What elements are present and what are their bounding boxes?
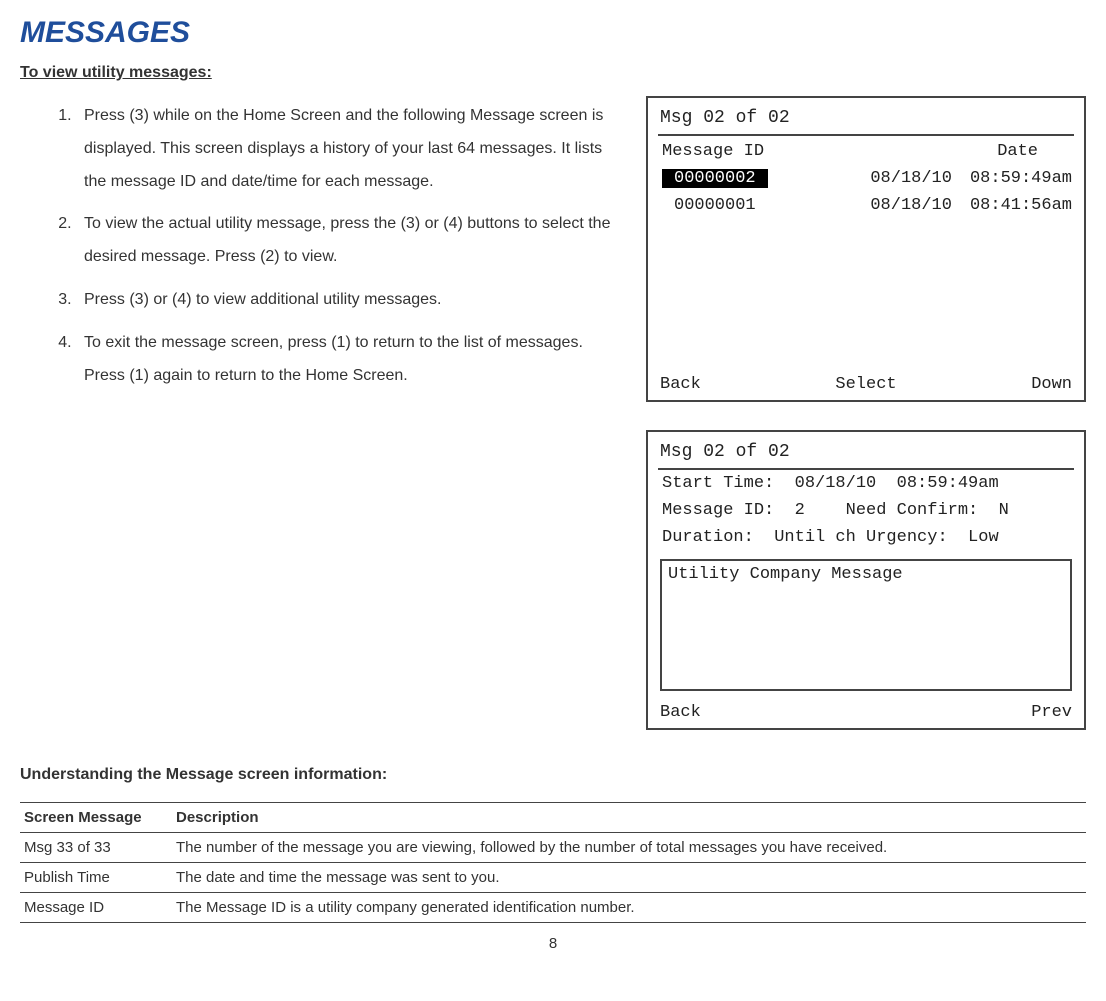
section-heading-view-messages: To view utility messages: bbox=[20, 64, 1086, 82]
description-table: Screen Message Description Msg 33 of 33 … bbox=[20, 802, 1086, 923]
message-list-row: 00000002 08/18/10 08:59:49am bbox=[658, 165, 1074, 192]
instruction-item: To exit the message screen, press (1) to… bbox=[76, 327, 628, 393]
softkey-back: Back bbox=[660, 703, 701, 722]
message-time: 08:59:49am bbox=[970, 169, 1072, 188]
instruction-item: Press (3) while on the Home Screen and t… bbox=[76, 100, 628, 198]
message-time: 08:41:56am bbox=[970, 196, 1072, 215]
device-screen-message-detail: Msg 02 of 02 Start Time: 08/18/10 08:59:… bbox=[646, 430, 1086, 730]
softkey-down: Down bbox=[1031, 375, 1072, 394]
page-number: 8 bbox=[20, 935, 1086, 952]
detail-duration-urgency: Duration: Until ch Urgency: Low bbox=[658, 524, 1074, 551]
message-id: 00000001 bbox=[662, 196, 768, 215]
instruction-list: Press (3) while on the Home Screen and t… bbox=[20, 100, 628, 392]
device-screen-message-list: Msg 02 of 02 Message ID Date 00000002 08… bbox=[646, 96, 1086, 402]
table-header-screen-message: Screen Message bbox=[20, 803, 172, 833]
detail-start-time: Start Time: 08/18/10 08:59:49am bbox=[658, 470, 1074, 497]
device-header: Msg 02 of 02 bbox=[658, 106, 1074, 136]
table-cell-description: The number of the message you are viewin… bbox=[172, 833, 1086, 863]
message-date: 08/18/10 bbox=[870, 196, 952, 215]
utility-message-box: Utility Company Message bbox=[660, 559, 1072, 691]
table-cell-screen-message: Msg 33 of 33 bbox=[20, 833, 172, 863]
table-cell-description: The Message ID is a utility company gene… bbox=[172, 893, 1086, 923]
device-header: Msg 02 of 02 bbox=[658, 440, 1074, 470]
table-row: Message ID The Message ID is a utility c… bbox=[20, 893, 1086, 923]
table-row: Msg 33 of 33 The number of the message y… bbox=[20, 833, 1086, 863]
softkey-back: Back bbox=[660, 375, 701, 394]
column-header-id: Message ID bbox=[662, 142, 764, 161]
column-header-date: Date bbox=[997, 142, 1038, 161]
table-row: Publish Time The date and time the messa… bbox=[20, 863, 1086, 893]
table-cell-screen-message: Publish Time bbox=[20, 863, 172, 893]
message-id-selected: 00000002 bbox=[662, 169, 768, 188]
detail-message-id-confirm: Message ID: 2 Need Confirm: N bbox=[658, 497, 1074, 524]
message-list-row: 00000001 08/18/10 08:41:56am bbox=[658, 192, 1074, 219]
instruction-item: To view the actual utility message, pres… bbox=[76, 208, 628, 274]
table-cell-screen-message: Message ID bbox=[20, 893, 172, 923]
table-cell-description: The date and time the message was sent t… bbox=[172, 863, 1086, 893]
instruction-item: Press (3) or (4) to view additional util… bbox=[76, 284, 628, 317]
softkey-prev: Prev bbox=[1031, 703, 1072, 722]
message-date: 08/18/10 bbox=[870, 169, 952, 188]
softkey-select: Select bbox=[835, 375, 896, 394]
table-header-description: Description bbox=[172, 803, 1086, 833]
page-title: MESSAGES bbox=[20, 16, 1086, 50]
section-heading-understanding: Understanding the Message screen informa… bbox=[20, 766, 1086, 784]
utility-message-text: Utility Company Message bbox=[668, 565, 903, 584]
